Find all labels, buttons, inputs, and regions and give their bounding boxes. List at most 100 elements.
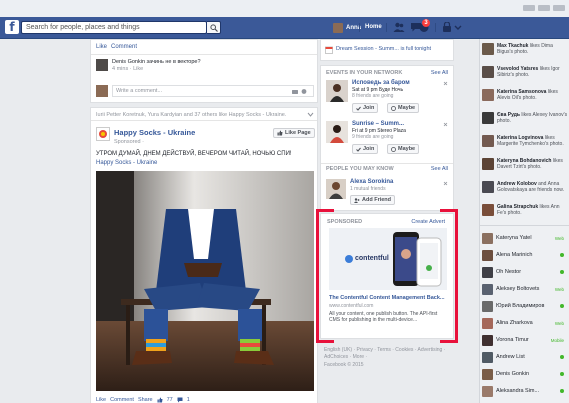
event-meta: 8 friends are going — [352, 93, 394, 99]
contact-status: Mobile — [550, 337, 564, 343]
avatar — [482, 135, 494, 147]
add-friend-button[interactable]: Add Friend — [350, 195, 396, 205]
event-thumbnail[interactable] — [326, 80, 348, 102]
contact-name: Alina Zharkova — [496, 320, 533, 326]
comment-count[interactable]: 1 — [187, 397, 190, 403]
event-photo — [326, 121, 348, 143]
avatar — [482, 89, 494, 101]
avatar — [482, 266, 493, 278]
home-link[interactable]: Home — [365, 24, 382, 30]
see-all-link[interactable]: See All — [431, 70, 448, 76]
join-label: Join — [363, 105, 375, 111]
check-icon — [356, 147, 361, 152]
comment-link[interactable]: Comment — [111, 44, 137, 50]
maximize-icon[interactable] — [538, 5, 550, 11]
add-friend-icon — [354, 197, 360, 203]
person-name[interactable]: Alexa Sorokina — [350, 179, 393, 186]
mutual-friends: 1 mutual friends — [350, 186, 386, 192]
event-title[interactable]: Sunrise – Summ... — [352, 121, 406, 128]
contact-name: Aleksey Boltovets — [496, 286, 540, 292]
chat-contact[interactable]: Alina Zharkova Web — [482, 316, 568, 330]
avatar — [482, 249, 493, 261]
person-photo — [326, 179, 346, 199]
sponsored-post-card: Iurii Petter Koretnuk, Yura Kardyian and… — [90, 107, 318, 403]
ticker-item[interactable]: Katerina Samsonova likes Alevis Oil's ph… — [482, 89, 568, 109]
chevron-down-icon[interactable] — [452, 22, 464, 33]
search-button[interactable] — [207, 21, 221, 34]
close-icon[interactable] — [443, 122, 448, 127]
share-link[interactable]: Share — [138, 397, 153, 403]
chevron-down-icon[interactable] — [307, 112, 314, 117]
thumbs-up-icon — [277, 130, 283, 136]
contact-name: Юрий Владимиров — [496, 303, 545, 309]
thumbs-up-icon — [157, 397, 163, 403]
join-button[interactable]: Join — [352, 144, 379, 154]
chat-contact[interactable]: Denis Gonkin — [482, 367, 568, 381]
avatar — [482, 181, 494, 193]
avatar — [482, 368, 493, 380]
comment-input[interactable]: Write a comment... — [112, 85, 314, 97]
close-icon[interactable] — [443, 181, 448, 186]
avatar — [482, 317, 493, 329]
see-all-link[interactable]: See All — [431, 166, 448, 172]
friend-requests-icon[interactable] — [393, 22, 405, 33]
copyright: Facebook © 2015 — [324, 362, 364, 368]
maybe-button[interactable]: Maybe — [387, 144, 420, 154]
sponsored-label: Sponsored · — [114, 139, 144, 145]
reaction-count[interactable]: 77 — [167, 397, 173, 403]
ticker-item[interactable]: Kateryna Bohdanovich likes Davert Tzirt'… — [482, 158, 568, 178]
avatar — [96, 85, 108, 97]
chat-contact[interactable]: Kateryna Yatel Web — [482, 231, 568, 245]
bench-leg — [126, 305, 130, 365]
profile-link[interactable]: Anna — [333, 21, 361, 34]
like-link[interactable]: Like — [96, 397, 106, 403]
shoe-in-hands — [184, 263, 222, 277]
chat-contact[interactable]: Юрий Владимиров — [482, 299, 568, 313]
like-link[interactable]: Like — [96, 44, 107, 50]
event-title[interactable]: Исповедь за баром — [352, 80, 410, 87]
contact-name: Vorona Timur — [496, 337, 529, 343]
ticker-item[interactable]: Katerina Logvinova likes Margerite Tymch… — [482, 135, 568, 155]
contact-status: Web — [554, 320, 564, 326]
event-reminder-text[interactable]: Dream Session - Summ... is full tonight — [336, 46, 431, 52]
page-name[interactable]: Happy Socks - Ukraine — [114, 128, 195, 137]
event-meta: 9 friends are going — [352, 134, 394, 140]
search-input[interactable]: Search for people, places and things — [21, 21, 207, 34]
comment-meta: 4 mins · Like — [112, 66, 144, 72]
chat-contact[interactable]: Alena Marinich — [482, 248, 568, 262]
ticker-item[interactable]: Vsevolod Yatsres likes Igor Sibiriz's ph… — [482, 66, 568, 86]
camera-icon[interactable] — [292, 89, 298, 94]
ticker-item[interactable]: Єва Рудь likes Alexey Ivanov's photo. — [482, 112, 568, 132]
chat-contact[interactable]: Aleksey Boltovets Web — [482, 282, 568, 296]
like-page-button[interactable]: Like Page — [273, 128, 315, 138]
maybe-label: Maybe — [398, 105, 416, 111]
ticker-item[interactable]: Galina Strapchuk likes Ann Fe's photo. — [482, 204, 568, 224]
close-icon[interactable] — [443, 81, 448, 86]
chat-contact[interactable]: Andrew List — [482, 350, 568, 364]
avatar — [482, 158, 494, 170]
chat-contact[interactable]: Oh Nestor — [482, 265, 568, 279]
divider — [435, 23, 436, 32]
contact-name: Andrew List — [496, 354, 525, 360]
people-you-may-know: Alexa Sorokina 1 mutual friends Add Frie… — [320, 179, 454, 211]
close-icon[interactable] — [553, 5, 565, 11]
ticker-item[interactable]: Max Tkachuk likes Dima Bigus's photo. — [482, 43, 568, 63]
ticker-item[interactable]: Andrew Kolobov and Anna Golovatskaya are… — [482, 181, 568, 201]
event-thumbnail[interactable] — [326, 121, 348, 143]
avatar[interactable] — [326, 179, 346, 199]
footer-links[interactable]: English (UK) · Privacy · Terms · Cookies… — [324, 347, 450, 361]
chat-contact[interactable]: Aleksandra Sim... — [482, 384, 568, 398]
minimize-icon[interactable] — [523, 5, 535, 11]
sticker-icon[interactable] — [301, 89, 307, 94]
join-button[interactable]: Join — [352, 103, 379, 113]
maybe-button[interactable]: Maybe — [387, 103, 420, 113]
post-hashtag[interactable]: Happy Socks - Ukraine — [96, 160, 157, 166]
page-logo[interactable] — [96, 127, 110, 141]
online-indicator — [560, 389, 564, 393]
comment-link[interactable]: Comment — [110, 397, 134, 403]
facebook-logo[interactable]: f — [5, 20, 19, 34]
avatar — [482, 300, 493, 312]
chat-contact[interactable]: Vorona Timur Mobile — [482, 333, 568, 347]
post-photo[interactable] — [96, 171, 314, 391]
browser-chrome — [0, 0, 569, 17]
